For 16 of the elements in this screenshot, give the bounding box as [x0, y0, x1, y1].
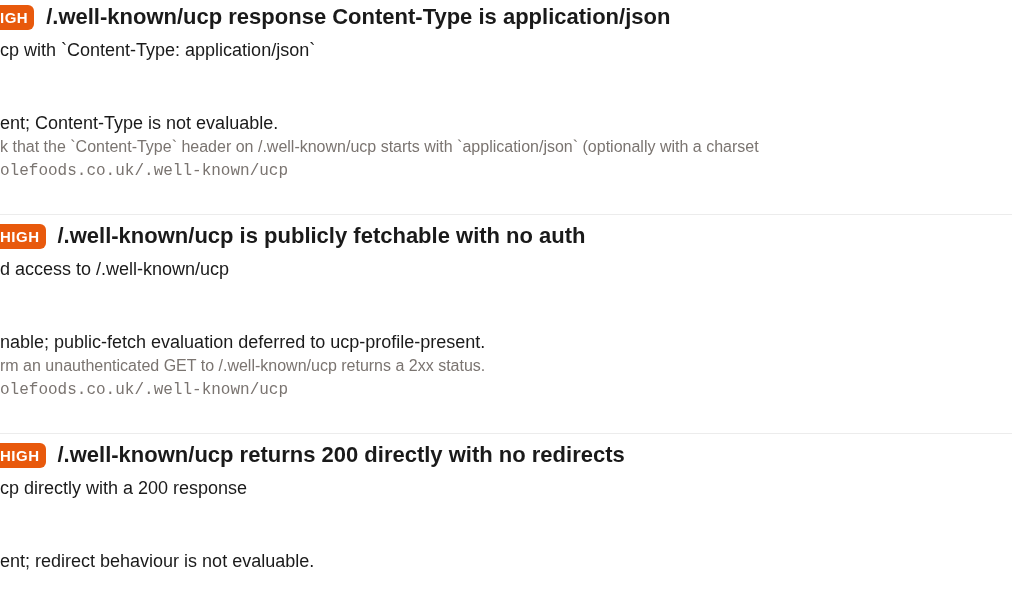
- finding-description: cp with `Content-Type: application/json`: [0, 40, 317, 61]
- finding-url: olefoods.co.uk/.well-known/ucp: [0, 381, 290, 399]
- finding-description: d access to /.well-known/ucp: [0, 259, 231, 280]
- finding-result: ent; redirect behaviour is not evaluable.: [0, 551, 316, 572]
- finding-description: cp directly with a 200 response: [0, 478, 249, 499]
- severity-badge: IGH: [0, 4, 35, 30]
- finding-title: /.well-known/ucp response Content-Type is application/json: [46, 4, 671, 30]
- severity-badge: HIGH: [0, 442, 46, 468]
- finding-title: /.well-known/ucp returns 200 directly with no redirects: [57, 442, 625, 468]
- finding-url: olefoods.co.uk/.well-known/ucp: [0, 162, 290, 180]
- finding-detail: k that the `Content-Type` header on /.well-known/ucp starts with `application/json` (optionally with a charset: [0, 138, 760, 156]
- finding-result: nable; public-fetch evaluation deferred to ucp-profile-present.: [0, 332, 487, 353]
- finding-result: ent; Content-Type is not evaluable.: [0, 113, 280, 134]
- severity-badge: HIGH: [0, 223, 46, 249]
- finding-detail: rm an unauthenticated GET to /.well-known/ucp returns a 2xx status.: [0, 357, 487, 375]
- finding-title: /.well-known/ucp is publicly fetchable with no auth: [57, 223, 586, 249]
